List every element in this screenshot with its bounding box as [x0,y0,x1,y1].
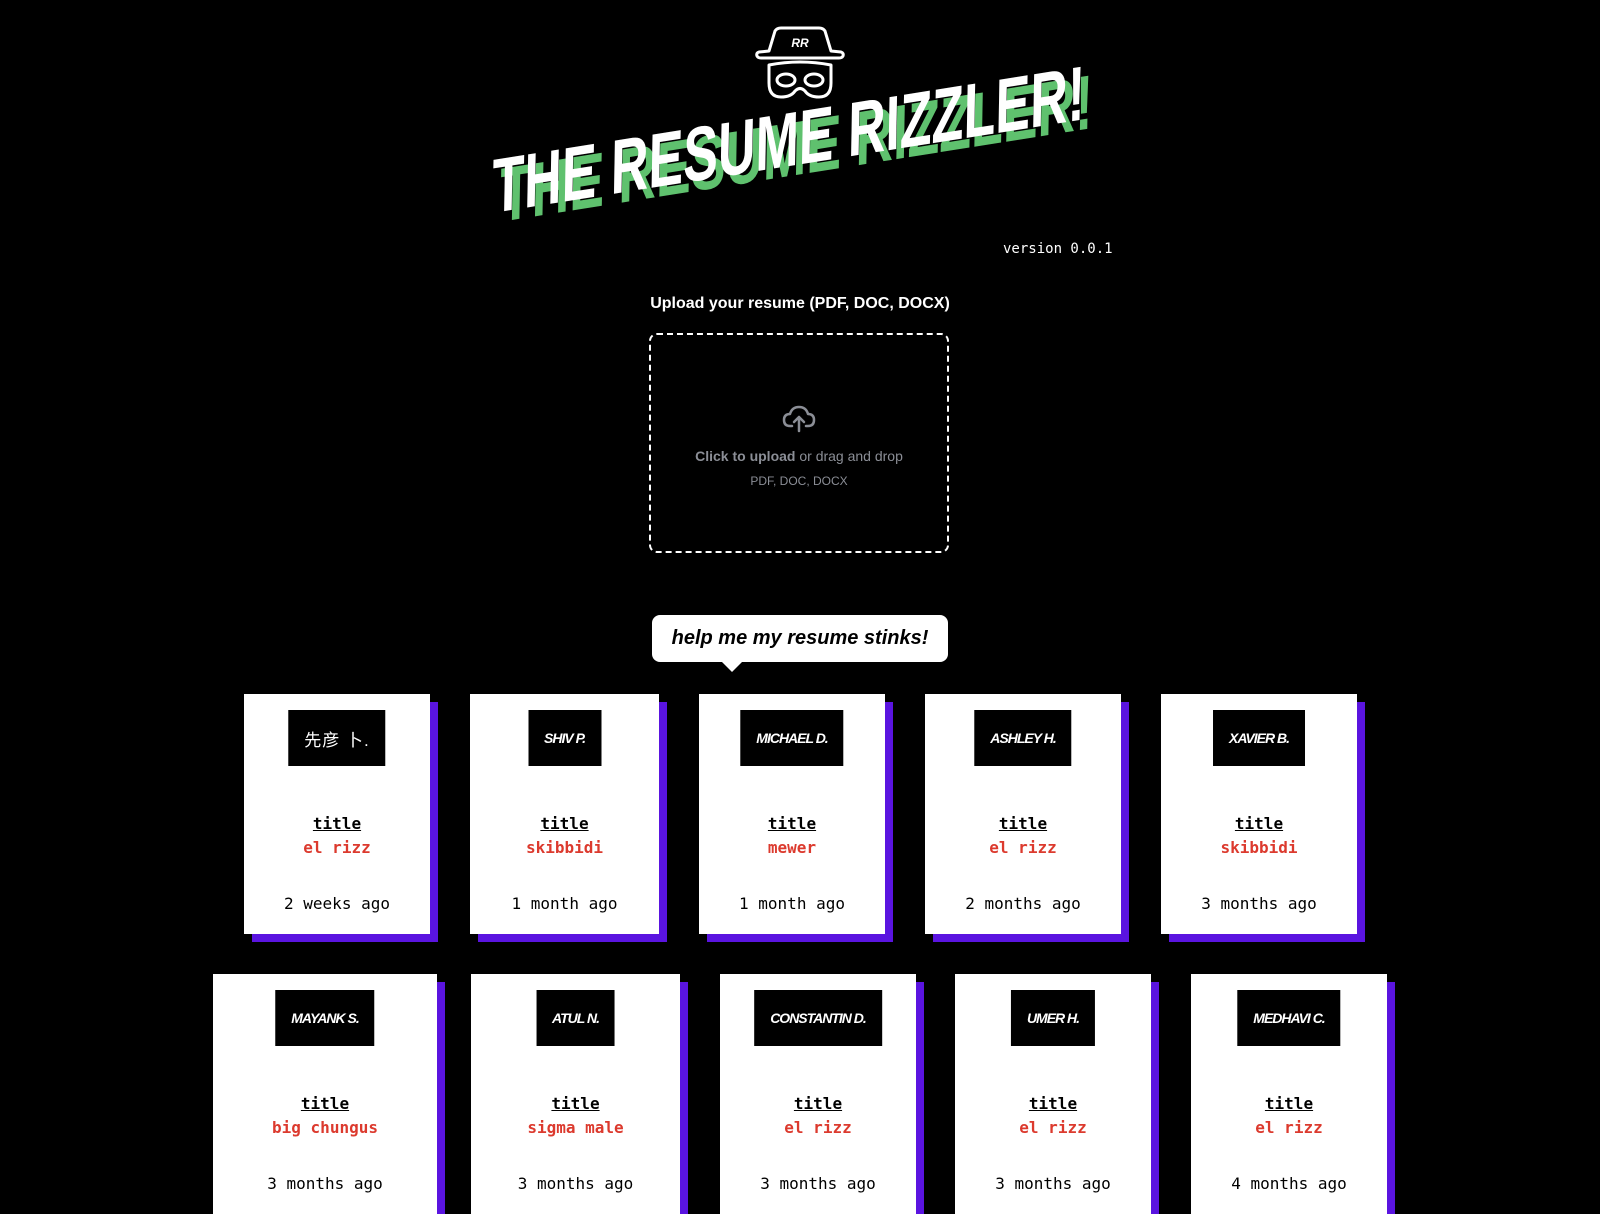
card-title: title [540,814,589,833]
card-name: Medhavi C. [1237,990,1341,1046]
resume-card[interactable]: Mayank S. title big chungus 3 months ago [213,974,437,1214]
card-time: 3 months ago [1201,894,1317,913]
card-name: Ashley H. [974,710,1072,766]
card-name: Atul N. [536,990,615,1046]
card-tag: big chungus [272,1118,378,1137]
app-title: THE RESUME RIZZLER! THE RESUME RIZZLER! [492,51,1132,239]
card-tag: el rizz [303,838,371,857]
card-title: title [767,814,817,833]
card-name: Xavier B. [1213,710,1305,766]
bubble-text: help me my resume stinks! [671,627,929,649]
card-name: Shiv P. [528,710,601,766]
resume-card[interactable]: Umer H. title el rizz 3 months ago [955,974,1151,1214]
card-time: 1 month ago [739,894,845,913]
card-time: 3 months ago [995,1174,1111,1193]
card-title: title [793,1094,843,1113]
card-title: title [551,1094,600,1113]
resume-dropzone[interactable]: Click to upload or drag and drop PDF, DO… [649,333,949,553]
drag-drop-text: or drag and drop [795,448,903,464]
card-title: title [1234,814,1284,833]
help-speech-bubble: help me my resume stinks! [652,615,948,672]
upload-label: Upload your resume (PDF, DOC, DOCX) [650,295,950,312]
resume-card[interactable]: Atul N. title sigma male 3 months ago [471,974,680,1214]
incognito-hat-mask-icon: RR [755,26,845,99]
card-time: 4 months ago [1231,1174,1347,1193]
card-tag: skibbidi [525,838,604,857]
logo: RR [753,25,847,101]
card-time: 1 month ago [511,894,618,913]
card-time: 3 months ago [760,1174,876,1193]
click-to-upload-link[interactable]: Click to upload [695,448,795,464]
card-tag: sigma male [527,1118,624,1137]
card-name: Mayank S. [275,990,375,1046]
card-title: title [1028,1094,1078,1113]
card-tag: mewer [767,838,817,857]
resume-card[interactable]: Constantin D. title el rizz 3 months ago [720,974,916,1214]
card-title: title [312,814,362,833]
card-time: 2 months ago [965,894,1081,913]
dropzone-instructions: Click to upload or drag and drop [695,448,903,464]
card-tag: el rizz [989,838,1057,857]
resume-card[interactable]: Xavier B. title skibbidi 3 months ago [1161,694,1357,934]
resume-card[interactable]: 先彦 卜. title el rizz 2 weeks ago [244,694,430,934]
cloud-upload-icon [782,405,816,433]
accepted-formats: PDF, DOC, DOCX [750,474,848,488]
card-tag: el rizz [1019,1118,1087,1137]
resume-card[interactable]: Ashley H. title el rizz 2 months ago [925,694,1121,934]
card-time: 2 weeks ago [284,894,390,913]
card-time: 3 months ago [517,1174,634,1193]
card-tag: skibbidi [1220,838,1298,857]
card-name: Constantin D. [754,990,882,1046]
card-name: 先彦 卜. [288,710,386,766]
card-name: Michael D. [740,710,844,766]
card-name: Umer H. [1010,990,1096,1046]
card-title: title [300,1094,350,1113]
version-label: version 0.0.1 [1003,241,1113,257]
card-time: 3 months ago [267,1174,383,1193]
resume-card[interactable]: Shiv P. title skibbidi 1 month ago [470,694,659,934]
svg-text:RR: RR [791,36,809,50]
card-title: title [998,814,1048,833]
card-tag: el rizz [1255,1118,1323,1137]
card-tag: el rizz [784,1118,852,1137]
card-title: title [1264,1094,1314,1113]
resume-card[interactable]: Medhavi C. title el rizz 4 months ago [1191,974,1387,1214]
resume-card[interactable]: Michael D. title mewer 1 month ago [699,694,885,934]
